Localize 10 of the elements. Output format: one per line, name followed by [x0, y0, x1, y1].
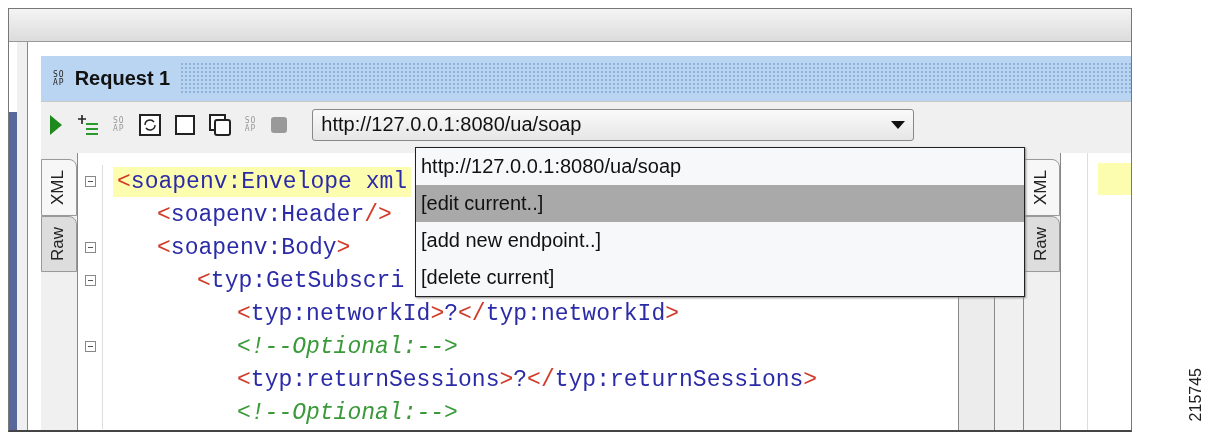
xml-code-line: <soapenv:Header/>	[156, 200, 393, 230]
xml-code-line: <typ:networkId>?</typ:networkId>	[236, 299, 680, 329]
xml-code-line: <typ:returnSessions>?</typ:returnSessions>	[236, 365, 819, 395]
xml-code-line: <typ:GetSubscri	[196, 266, 406, 296]
xml-comment-line: <!--Optional:-->	[236, 398, 459, 428]
soap-icon: SO AP	[53, 70, 65, 87]
figure-id: 215745	[1187, 368, 1205, 422]
request-title: Request 1	[74, 67, 171, 90]
xml-code-line: <soapenv:Body>	[156, 233, 352, 263]
xml-comment-line: <!--Optional:-->	[236, 332, 459, 362]
